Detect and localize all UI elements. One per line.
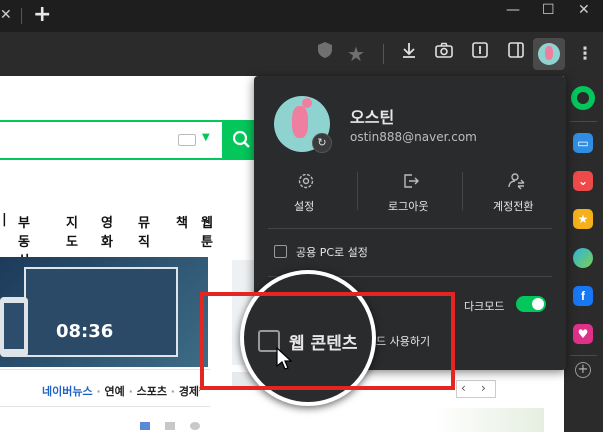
news-tab-entertainment[interactable]: 연예 [104, 385, 124, 398]
profile-email: ostin888@naver.com [350, 130, 477, 144]
search-input[interactable]: ▼ [0, 120, 224, 160]
camera-icon[interactable] [431, 41, 457, 67]
browser-sidebar: ▭ ⌄ ★ f ♥ + [564, 76, 603, 432]
search-icon [232, 130, 250, 148]
settings-label: 설정 [294, 200, 315, 213]
whale-space-icon[interactable] [571, 86, 595, 110]
news-tab-economy[interactable]: 경제 [179, 385, 199, 398]
settings-view-icon[interactable] [190, 422, 200, 430]
phone-shape [0, 297, 28, 357]
public-pc-checkbox[interactable] [274, 245, 287, 258]
laptop-screen: 08:36 [24, 267, 178, 357]
dropdown-arrow-icon[interactable]: ▼ [202, 132, 210, 143]
star-icon[interactable]: ★ [343, 41, 369, 67]
nav-item-book[interactable]: 책 [176, 212, 188, 231]
nav-item-map[interactable]: 지도 [66, 212, 78, 250]
close-tab-icon[interactable]: ✕ [0, 7, 12, 23]
ad-banner-image[interactable]: 08:36 [0, 257, 208, 367]
pink-app-icon[interactable]: ♥ [573, 324, 593, 344]
pocket-app-icon[interactable]: ⌄ [573, 171, 593, 191]
tab-divider [21, 8, 22, 24]
add-app-icon[interactable]: + [575, 362, 591, 378]
settings-button[interactable]: 설정 [254, 170, 357, 214]
profile-name: 오스틴 [350, 108, 395, 127]
gear-icon [298, 173, 314, 189]
close-window-button[interactable]: ✕ [578, 2, 590, 18]
toolbar-divider [383, 44, 384, 64]
reader-icon[interactable] [467, 41, 493, 67]
maximize-button[interactable]: ☐ [542, 2, 555, 18]
papago-app-icon[interactable] [573, 248, 593, 268]
news-tab-sports[interactable]: 스포츠 [137, 385, 167, 398]
download-icon[interactable] [396, 41, 422, 67]
grid-view-icon[interactable] [165, 422, 175, 430]
keyboard-icon[interactable] [178, 134, 196, 146]
profile-avatar-icon [538, 43, 560, 65]
nav-item-music[interactable]: 뮤직 [138, 212, 150, 250]
facebook-app-icon[interactable]: f [573, 286, 593, 306]
dark-mode-label: 다크모드 [464, 300, 505, 313]
divider [0, 406, 210, 407]
new-tab-button[interactable]: + [33, 2, 51, 27]
plant-image [434, 408, 544, 432]
pagination-buttons[interactable]: ‹ › [456, 380, 496, 398]
clock-time: 08:36 [56, 321, 114, 342]
browser-toolbar: ★ ⋮ [0, 32, 603, 76]
list-view-icon[interactable] [140, 422, 150, 430]
highlight-box [200, 292, 455, 390]
divider [0, 369, 210, 370]
dark-mode-toggle[interactable] [516, 296, 546, 312]
public-pc-label: 공용 PC로 설정 [296, 246, 368, 259]
shield-icon[interactable] [312, 41, 338, 67]
nav-item-movie[interactable]: 영화 [101, 212, 113, 250]
sidebar-toggle-icon[interactable] [503, 41, 529, 67]
minimize-button[interactable]: — [506, 2, 520, 18]
more-menu-icon[interactable]: ⋮ [572, 41, 598, 67]
switch-account-button[interactable]: 계정전환 [463, 170, 566, 214]
public-pc-option[interactable]: 공용 PC로 설정 [274, 242, 434, 262]
news-tab-naver[interactable]: 네이버뉴스 [42, 385, 93, 398]
bookmark-star-app-icon[interactable]: ★ [573, 209, 593, 229]
refresh-avatar-icon[interactable]: ↻ [312, 133, 332, 153]
logout-button[interactable]: 로그아웃 [358, 170, 462, 214]
profile-button[interactable] [533, 38, 565, 70]
switch-account-label: 계정전환 [493, 200, 534, 213]
nav-item-webtoon[interactable]: 웹툰 [201, 212, 213, 250]
logout-icon [404, 174, 419, 188]
switch-account-icon [508, 173, 525, 190]
logout-label: 로그아웃 [388, 200, 429, 213]
tab-bar: ✕ + — ☐ ✕ [0, 0, 603, 32]
news-tabs: 네이버뉴스 · 연예 · 스포츠 · 경제 [42, 385, 200, 398]
nav-item-cut[interactable]: | [2, 212, 6, 227]
calendar-app-icon[interactable]: ▭ [573, 133, 593, 153]
